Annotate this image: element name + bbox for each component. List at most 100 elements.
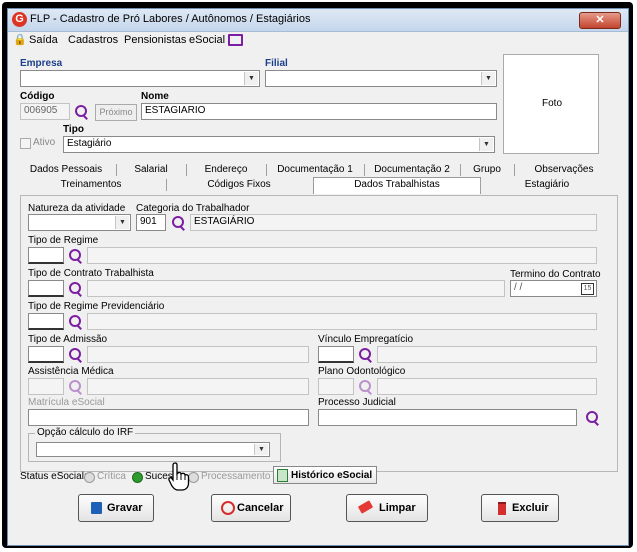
lock-icon: 🔒 — [13, 34, 27, 46]
trash-icon — [498, 502, 506, 515]
chevron-down-icon: ▼ — [115, 216, 129, 229]
tab-observacoes[interactable]: Observações — [514, 163, 614, 176]
save-icon — [91, 502, 102, 514]
window-title: FLP - Cadastro de Pró Labores / Autônomo… — [30, 13, 311, 25]
photo-box[interactable]: Foto — [503, 54, 599, 154]
tab-endereco[interactable]: Endereço — [186, 163, 266, 176]
tab-dados-pessoais[interactable]: Dados Pessoais — [16, 163, 116, 176]
tab-treinamentos[interactable]: Treinamentos — [16, 178, 166, 191]
excluir-button[interactable]: Excluir — [481, 494, 559, 522]
tab-estagiario[interactable]: Estagiário — [480, 178, 614, 191]
limpar-label: Limpar — [379, 502, 416, 514]
menu-esocial[interactable]: eSocial — [189, 34, 225, 46]
natureza-select[interactable]: ▼ — [28, 214, 131, 231]
filial-select[interactable]: ▼ — [265, 70, 497, 87]
search-icon[interactable] — [68, 282, 82, 296]
odonto-code-input — [318, 378, 354, 395]
assistencia-label: Assistência Médica — [28, 366, 114, 377]
admissao-code-input[interactable] — [28, 346, 64, 363]
hand-pointer-icon — [168, 462, 190, 492]
search-icon[interactable] — [68, 249, 82, 263]
tab-grupo[interactable]: Grupo — [460, 163, 514, 176]
chevron-down-icon: ▼ — [479, 138, 493, 151]
irf-select[interactable]: ▼ — [36, 442, 270, 457]
categoria-desc-input: ESTAGIÁRIO — [190, 214, 597, 231]
monitor-icon[interactable] — [228, 34, 243, 46]
odonto-desc-input — [377, 378, 597, 395]
processo-input[interactable] — [318, 409, 577, 426]
contrato-code-input[interactable] — [28, 280, 64, 297]
calendar-icon[interactable]: 15 — [581, 283, 594, 295]
regime-label: Tipo de Regime — [28, 235, 99, 246]
search-icon — [68, 380, 82, 394]
codigo-label: Código — [20, 91, 55, 102]
processamento-label: Processamento — [201, 471, 271, 482]
sucesso-radio[interactable] — [132, 472, 143, 483]
critica-label: Crítica — [97, 471, 126, 482]
irf-label: Opção cálculo do IRF — [35, 427, 136, 438]
admissao-desc-input — [87, 346, 309, 363]
chevron-down-icon: ▼ — [244, 72, 258, 85]
nome-label: Nome — [141, 91, 169, 102]
empresa-label: Empresa — [20, 58, 63, 69]
menu-saida[interactable]: Saída — [29, 34, 58, 46]
regime-code-input[interactable] — [28, 247, 64, 264]
critica-radio[interactable] — [84, 472, 95, 483]
contrato-desc-input — [87, 280, 505, 297]
main-window: G FLP - Cadastro de Pró Labores / Autôno… — [7, 8, 629, 546]
vinculo-desc-input — [377, 346, 597, 363]
termino-label: Termino do Contrato — [510, 269, 601, 280]
cancel-icon — [221, 501, 235, 515]
filial-label: Filial — [265, 58, 288, 69]
cancelar-button[interactable]: Cancelar — [211, 494, 291, 522]
chevron-down-icon: ▼ — [481, 72, 495, 85]
limpar-button[interactable]: Limpar — [346, 494, 428, 522]
tipo-select[interactable]: Estagiário ▼ — [63, 136, 495, 153]
search-icon — [358, 380, 372, 394]
menu-cadastros[interactable]: Cadastros — [68, 34, 118, 46]
historico-esocial-button[interactable]: Histórico eSocial — [273, 466, 377, 484]
gravar-button[interactable]: Gravar — [78, 494, 154, 522]
nome-input[interactable]: ESTAGIARIO — [141, 103, 497, 120]
tab-codigos-fixos[interactable]: Códigos Fixos — [166, 178, 312, 191]
search-icon[interactable] — [358, 348, 372, 362]
vinculo-label: Vínculo Empregatício — [318, 334, 414, 345]
categoria-label: Categoria do Trabalhador — [136, 203, 250, 214]
proximo-button[interactable]: Próximo — [95, 104, 137, 121]
previdenciario-code-input[interactable] — [28, 313, 64, 330]
photo-label: Foto — [542, 98, 563, 109]
matricula-input[interactable] — [28, 409, 309, 426]
empresa-select[interactable]: ▼ — [20, 70, 260, 87]
search-icon[interactable] — [585, 411, 599, 425]
search-icon[interactable] — [68, 348, 82, 362]
vinculo-code-input[interactable] — [318, 346, 354, 363]
previdenciario-desc-input — [87, 313, 597, 330]
admissao-label: Tipo de Admissão — [28, 334, 108, 345]
termino-date-input[interactable]: / / 15 — [510, 280, 597, 297]
tab-documentacao-1[interactable]: Documentação 1 — [266, 163, 364, 176]
previdenciario-label: Tipo de Regime Previdenciário — [28, 301, 165, 312]
tab-salarial[interactable]: Salarial — [116, 163, 186, 176]
app-logo-icon: G — [12, 12, 27, 27]
categoria-code-input[interactable]: 901 — [136, 214, 166, 231]
search-icon[interactable] — [171, 216, 185, 230]
tipo-label: Tipo — [63, 124, 84, 135]
natureza-label: Natureza da atividade — [28, 203, 126, 214]
assistencia-code-input — [28, 378, 64, 395]
regime-desc-input — [87, 247, 597, 264]
tab-documentacao-2[interactable]: Documentação 2 — [364, 163, 460, 176]
odonto-label: Plano Odontológico — [318, 366, 406, 377]
contrato-label: Tipo de Contrato Trabalhista — [28, 268, 154, 279]
search-icon[interactable] — [74, 105, 88, 119]
tab-dados-trabalhistas[interactable]: Dados Trabalhistas — [313, 177, 481, 194]
codigo-input[interactable]: 006905 — [20, 103, 70, 120]
matricula-label: Matrícula eSocial — [28, 397, 105, 408]
eraser-icon — [357, 500, 374, 514]
menu-pensionistas[interactable]: Pensionistas — [124, 34, 186, 46]
search-icon[interactable] — [68, 315, 82, 329]
gravar-label: Gravar — [107, 502, 143, 514]
ativo-checkbox[interactable] — [20, 138, 31, 149]
irf-groupbox: Opção cálculo do IRF ▼ — [28, 427, 281, 462]
close-button[interactable]: ✕ — [579, 12, 621, 29]
processo-label: Processo Judicial — [318, 397, 396, 408]
